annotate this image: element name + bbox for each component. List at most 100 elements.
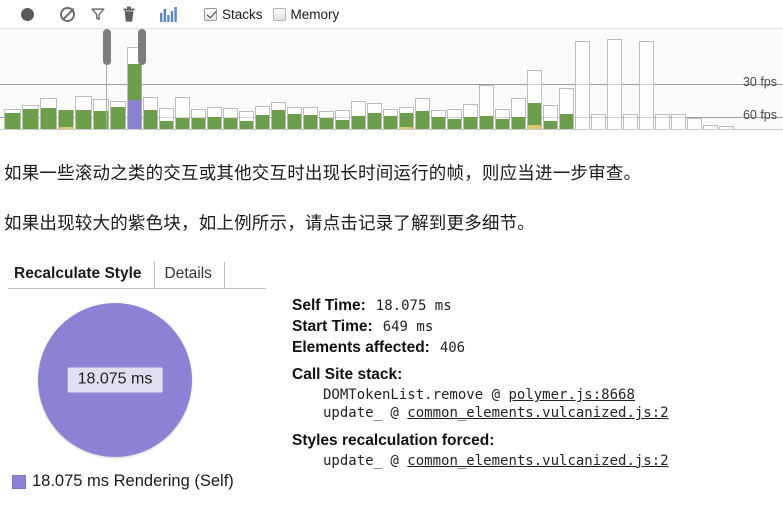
frame-bar-rendering xyxy=(192,118,205,129)
frame-bar-rendering xyxy=(544,121,557,129)
frame-bar-rendering xyxy=(480,116,493,129)
frame-bar[interactable] xyxy=(703,125,718,129)
frame-bar[interactable] xyxy=(223,108,238,129)
selection-handle-left[interactable] xyxy=(103,29,111,65)
frame-bar[interactable] xyxy=(271,102,286,129)
tab-underline xyxy=(8,288,266,289)
frame-bar[interactable] xyxy=(319,111,334,129)
self-time-label: Self Time: xyxy=(292,297,366,314)
frame-bar[interactable] xyxy=(175,97,190,129)
frame-bar-scripting xyxy=(400,127,413,129)
frame-bar-rendering xyxy=(23,109,38,129)
call-site-stack-line: update_ @ common_elements.vulcanized.js:… xyxy=(292,404,782,422)
frame-bar[interactable] xyxy=(543,105,558,129)
frame-bar[interactable] xyxy=(303,107,318,129)
frame-bar-rendering xyxy=(528,103,541,125)
legend-label-rendering: 18.075 ms Rendering (Self) xyxy=(32,472,234,490)
frame-bar-rendering xyxy=(560,114,573,129)
frame-bar[interactable] xyxy=(239,111,254,129)
frames-timeline[interactable]: 30 fps 60 fps xyxy=(0,28,783,130)
call-site-stack-line: DOMTokenList.remove @ polymer.js:8668 xyxy=(292,386,782,404)
start-time-value: 649 ms xyxy=(382,319,434,335)
frame-bar-rendering xyxy=(144,110,157,129)
frame-bar[interactable] xyxy=(40,98,57,129)
frame-bar-rendering xyxy=(368,113,381,129)
frame-bar[interactable] xyxy=(607,39,622,129)
frame-bar-rendering xyxy=(5,113,20,129)
frame-bar[interactable] xyxy=(655,114,670,129)
frame-bar[interactable] xyxy=(58,110,74,129)
selection-handle-right-line xyxy=(141,65,142,129)
frame-bar[interactable] xyxy=(75,96,92,129)
frame-bar[interactable] xyxy=(623,114,638,129)
record-icon[interactable] xyxy=(10,3,44,25)
frame-bar[interactable] xyxy=(22,105,39,129)
frame-bar[interactable] xyxy=(207,107,222,129)
call-site-link-1[interactable]: common_elements.vulcanized.js:2 xyxy=(407,405,668,421)
forced-link-0[interactable]: common_elements.vulcanized.js:2 xyxy=(407,453,668,469)
frame-bar[interactable] xyxy=(143,97,158,129)
tab-details[interactable]: Details xyxy=(155,262,225,289)
frame-bar-rendering xyxy=(512,117,525,129)
frame-bar[interactable] xyxy=(110,101,126,129)
frame-bar[interactable] xyxy=(367,103,382,129)
frame-bar-rendering xyxy=(384,116,397,129)
frame-bar[interactable] xyxy=(399,107,414,129)
performance-toolbar: Stacks Memory xyxy=(0,0,783,28)
frame-bar[interactable] xyxy=(191,109,206,129)
frame-bar[interactable] xyxy=(687,118,702,129)
frame-bar-rendering xyxy=(336,120,349,129)
frame-bar-outline xyxy=(703,125,718,129)
frame-bar[interactable] xyxy=(559,88,574,129)
clear-glyph xyxy=(59,6,75,22)
call-site-fn-0: DOMTokenList.remove @ xyxy=(323,387,509,403)
selection-handle-right[interactable] xyxy=(138,29,146,65)
frame-bar[interactable] xyxy=(159,108,174,129)
frame-bar[interactable] xyxy=(287,107,302,129)
frame-bar[interactable] xyxy=(255,106,270,129)
frame-bar[interactable] xyxy=(463,104,478,129)
frame-bar-outline xyxy=(591,114,606,129)
frame-bar-rendering xyxy=(496,119,509,129)
frame-bar[interactable] xyxy=(351,101,366,129)
frame-bar[interactable] xyxy=(447,109,462,129)
frame-bar-rendering xyxy=(272,110,285,129)
memory-checkbox[interactable]: Memory xyxy=(272,7,339,22)
styles-forced-heading: Styles recalculation forced: xyxy=(292,431,495,449)
frame-bar[interactable] xyxy=(719,126,734,129)
stacks-checkbox-box[interactable] xyxy=(204,7,217,21)
frame-bar[interactable] xyxy=(671,114,686,129)
filter-icon[interactable] xyxy=(90,6,106,22)
clear-icon[interactable] xyxy=(50,3,84,25)
frame-bar-outline xyxy=(639,41,654,129)
frame-bar[interactable] xyxy=(383,109,398,129)
frame-bar-rendering xyxy=(256,115,269,129)
frame-bar[interactable] xyxy=(575,41,590,129)
frame-bar-rendering xyxy=(111,107,125,129)
stacks-checkbox[interactable]: Stacks xyxy=(204,7,263,22)
memory-checkbox-box[interactable] xyxy=(272,7,286,21)
frame-bar[interactable] xyxy=(4,109,21,129)
frame-bar-rendering xyxy=(240,121,253,129)
call-site-link-0[interactable]: polymer.js:8668 xyxy=(508,387,634,403)
frame-bar[interactable] xyxy=(511,98,526,129)
frame-bar[interactable] xyxy=(479,85,494,129)
frame-bar-outline xyxy=(655,114,670,129)
frame-bar-outline xyxy=(575,41,590,129)
trash-icon[interactable] xyxy=(112,3,146,25)
frame-bar[interactable] xyxy=(495,109,510,129)
frame-bar[interactable] xyxy=(639,41,654,129)
frame-bars[interactable] xyxy=(0,29,783,129)
frame-bar[interactable] xyxy=(527,70,542,129)
bar-chart-icon[interactable] xyxy=(152,3,186,25)
frame-bar[interactable] xyxy=(591,114,606,129)
detail-row-elements-affected: Elements affected: 406 xyxy=(292,339,782,357)
paragraph-1: 如果一些滚动之类的交互或其他交互时出现长时间运行的帧，则应当进一步审查。 xyxy=(4,164,642,184)
frame-bar[interactable] xyxy=(335,110,350,129)
frame-bar[interactable] xyxy=(431,110,446,129)
frame-bar-rendering xyxy=(304,115,317,129)
tab-recalculate-style[interactable]: Recalculate Style xyxy=(8,262,155,289)
pie-slice-rendering[interactable]: 18.075 ms xyxy=(38,303,192,457)
frame-bar-outline xyxy=(671,114,686,129)
frame-bar[interactable] xyxy=(415,98,430,129)
